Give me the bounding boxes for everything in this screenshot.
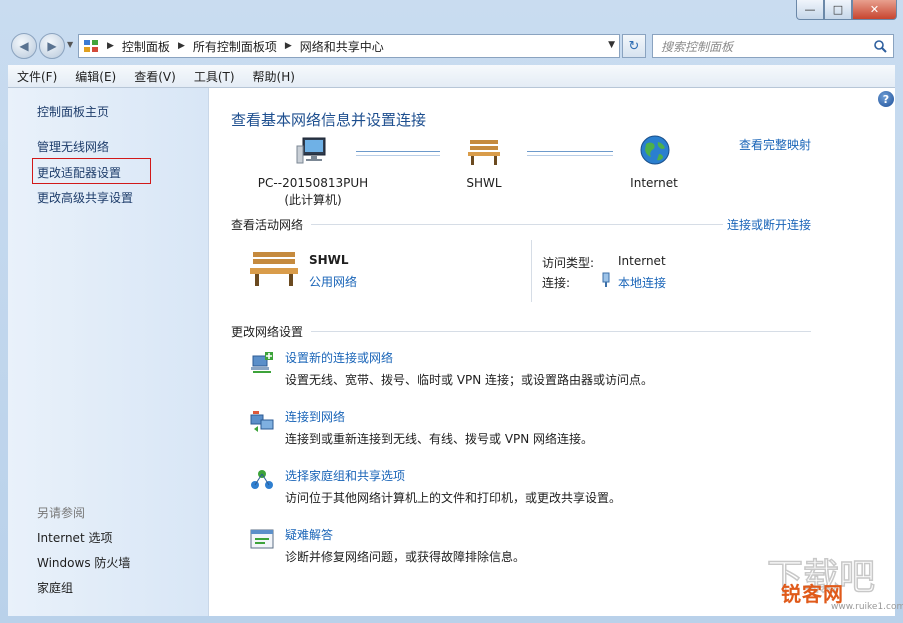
menu-tools[interactable]: 工具(T) (185, 68, 244, 85)
task-description: 诊断并修复网络问题，或获得故障排除信息。 (285, 550, 526, 564)
connection-label: 连接: (542, 276, 571, 290)
task-title[interactable]: 设置新的连接或网络 (285, 349, 393, 366)
full-map-link[interactable]: 查看完整映射 (739, 136, 811, 153)
sidebar-item-advanced-sharing[interactable]: 更改高级共享设置 (37, 189, 133, 206)
vertical-divider (531, 240, 532, 302)
crumb-separator[interactable]: ▶ (178, 41, 185, 51)
recent-pages-dropdown[interactable]: ▼ (67, 40, 73, 49)
network-type-link[interactable]: 公用网络 (309, 273, 357, 290)
address-bar[interactable]: ▶ 控制面板 ▶ 所有控制面板项 ▶ 网络和共享中心 ▼ (78, 34, 620, 58)
public-network-bench-icon (250, 252, 298, 286)
minimize-button[interactable]: — (796, 0, 824, 20)
new-connection-icon (251, 352, 273, 373)
forward-arrow-icon: ▶ (47, 39, 57, 53)
troubleshoot-icon (250, 529, 274, 549)
refresh-icon: ↻ (628, 38, 640, 54)
search-icon[interactable] (873, 39, 887, 53)
search-input[interactable]: 搜索控制面板 (653, 38, 873, 55)
computer-icon (296, 137, 326, 164)
task-description: 连接到或重新连接到无线、有线、拨号或 VPN 网络连接。 (285, 432, 594, 446)
computer-name: PC--20150813PUH (257, 176, 369, 190)
local-connection-link[interactable]: 本地连接 (618, 274, 666, 291)
computer-sub: (此计算机) (284, 193, 342, 207)
refresh-button[interactable]: ↻ (622, 34, 646, 58)
control-panel-icon (84, 40, 98, 52)
bench-icon (468, 140, 500, 165)
menu-help[interactable]: 帮助(H) (244, 68, 304, 85)
sidebar: 控制面板主页 管理无线网络 更改适配器设置 更改高级共享设置 另请参阅 Inte… (8, 88, 209, 616)
help-button[interactable]: ? (878, 91, 894, 107)
task-title[interactable]: 疑难解答 (285, 526, 333, 543)
access-type-value: Internet (618, 254, 666, 268)
address-row: ◀ ▶ ▼ ▶ 控制面板 ▶ 所有控制面板项 ▶ 网络和共享中心 ▼ ↻ 搜索控… (0, 30, 903, 62)
address-dropdown[interactable]: ▼ (608, 40, 615, 50)
sidebar-item-wireless[interactable]: 管理无线网络 (37, 138, 109, 155)
page-title: 查看基本网络信息并设置连接 (231, 111, 427, 129)
maximize-button[interactable]: □ (824, 0, 852, 20)
divider (311, 331, 811, 332)
task-description: 设置无线、宽带、拨号、临时或 VPN 连接；或设置路由器或访问点。 (285, 373, 654, 387)
crumb-separator[interactable]: ▶ (107, 41, 114, 51)
network-line (527, 151, 613, 156)
connect-network-icon (250, 411, 274, 432)
title-bar: — □ ✕ (0, 0, 903, 28)
active-networks-heading: 查看活动网络 (231, 218, 304, 232)
computer-node: PC--20150813PUH (此计算机) (251, 175, 375, 209)
crumb-all-items[interactable]: 所有控制面板项 (193, 35, 277, 57)
divider (311, 224, 723, 225)
see-also-internet-options[interactable]: Internet 选项 (37, 529, 112, 546)
back-arrow-icon: ◀ (19, 39, 29, 53)
menu-edit[interactable]: 编辑(E) (66, 68, 125, 85)
search-box[interactable]: 搜索控制面板 (652, 34, 894, 58)
sidebar-item-home[interactable]: 控制面板主页 (37, 103, 109, 120)
see-also-firewall[interactable]: Windows 防火墙 (37, 554, 130, 571)
task-title[interactable]: 选择家庭组和共享选项 (285, 467, 405, 484)
connect-disconnect-link[interactable]: 连接或断开连接 (727, 216, 811, 233)
see-also-homegroup[interactable]: 家庭组 (37, 579, 73, 596)
change-settings-heading: 更改网络设置 (231, 325, 304, 339)
menu-file[interactable]: 文件(F) (8, 68, 66, 85)
task-title[interactable]: 连接到网络 (285, 408, 345, 425)
globe-icon (640, 135, 670, 165)
active-network-name: SHWL (309, 253, 349, 267)
menu-view[interactable]: 查看(V) (125, 68, 185, 85)
network-node-label: SHWL (466, 176, 502, 190)
forward-button[interactable]: ▶ (39, 33, 65, 59)
crumb-separator[interactable]: ▶ (285, 41, 292, 51)
sidebar-item-adapter[interactable]: 更改适配器设置 (37, 164, 121, 181)
homegroup-icon (251, 470, 273, 489)
explorer-window: — □ ✕ ◀ ▶ ▼ ▶ 控制面板 ▶ 所有控制面板项 ▶ 网络和共享中心 ▼ (0, 0, 903, 623)
main-panel: ? 查看基本网络信息并设置连接 查看完整映射 PC--20150813PUH (… (209, 88, 895, 616)
close-button[interactable]: ✕ (852, 0, 897, 20)
crumb-network-center[interactable]: 网络和共享中心 (300, 35, 384, 57)
menu-bar: 文件(F) 编辑(E) 查看(V) 工具(T) 帮助(H) (8, 65, 895, 88)
back-button[interactable]: ◀ (11, 33, 37, 59)
network-line (356, 151, 440, 156)
crumb-control-panel[interactable]: 控制面板 (122, 35, 170, 57)
task-description: 访问位于其他网络计算机上的文件和打印机，或更改共享设置。 (285, 491, 622, 505)
network-adapter-icon (602, 272, 610, 287)
see-also-heading: 另请参阅 (37, 506, 86, 520)
watermark-url: www.ruike1.com (831, 602, 903, 612)
internet-node-label: Internet (630, 176, 678, 190)
access-type-label: 访问类型: (542, 256, 595, 270)
